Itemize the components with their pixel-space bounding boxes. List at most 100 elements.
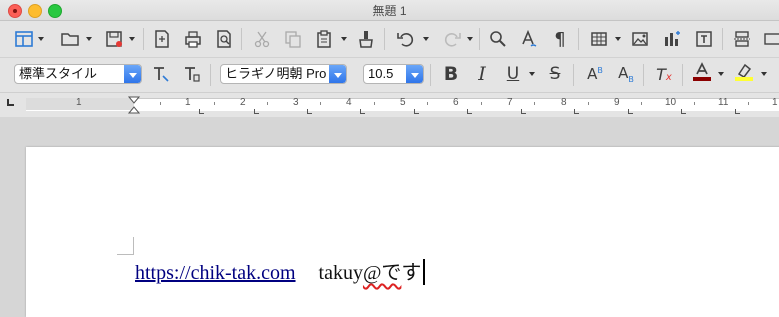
standard-toolbar: ¶ [0,21,779,58]
ruler-number: 2 [240,97,246,108]
strikethrough-icon[interactable]: S [543,62,567,86]
print-preview-icon[interactable] [212,27,236,51]
font-color-icon[interactable] [690,60,714,84]
tab-stop-marker[interactable] [360,109,365,114]
separator [241,28,242,50]
insert-field-icon[interactable] [760,27,779,51]
undo-dropdown-icon[interactable] [422,27,430,51]
paragraph-style-value: 標準スタイル [19,66,98,81]
tab-stop-marker[interactable] [199,109,204,114]
ruler-number: 10 [665,97,677,108]
redo-dropdown-icon[interactable] [466,27,474,51]
tab-stop-marker[interactable] [735,109,740,114]
tab-stop-marker[interactable] [681,109,686,114]
ruler-number: 8 [561,97,567,108]
paste-icon[interactable] [312,27,336,51]
insert-page-break-icon[interactable] [730,27,754,51]
formatting-marks-icon[interactable]: ¶ [548,27,572,51]
bold-icon[interactable]: B [439,62,463,86]
ruler-number: 5 [400,97,406,108]
window-title: 無題 1 [372,4,407,18]
spellcheck-underlined-text: @で [362,262,402,284]
separator [384,28,385,50]
text-cursor [423,259,426,285]
separator [578,28,579,50]
ruler-number: 6 [453,97,459,108]
open-dropdown-icon[interactable] [85,27,93,51]
find-replace-icon[interactable] [486,27,510,51]
copy-icon[interactable] [281,27,305,51]
undo-icon[interactable] [394,27,418,51]
chevron-down-icon [124,65,141,83]
ruler-number: 1 [185,97,191,108]
hyperlink[interactable]: https://chik-tak.com [135,262,296,284]
font-size-value: 10.5 [368,66,394,81]
print-icon[interactable] [181,27,205,51]
new-style-icon[interactable] [180,62,204,86]
separator [643,64,644,86]
body-text: takuy [318,262,363,284]
sidebar-dropdown-icon[interactable] [37,27,45,51]
highlight-dropdown-icon[interactable] [760,62,768,86]
tab-stop-marker[interactable] [574,109,579,114]
subscript-icon[interactable]: AB [614,62,638,86]
tab-stop-marker[interactable] [254,109,259,114]
insert-chart-icon[interactable] [660,27,684,51]
separator [573,64,574,86]
ruler-number: 1 [772,97,778,108]
insert-image-icon[interactable] [628,27,652,51]
horizontal-ruler[interactable]: 1 1 2 3 4 5 6 7 8 9 10 11 1 [0,92,779,118]
chevron-down-icon [406,65,423,83]
sidebar-icon[interactable] [12,27,36,51]
italic-icon[interactable]: I [470,62,494,86]
paragraph-style-select[interactable]: 標準スタイル [14,64,142,84]
save-icon[interactable] [102,27,126,51]
tab-type-icon[interactable] [7,99,14,106]
clear-formatting-icon[interactable]: Tx [652,62,676,86]
ruler-number: 7 [507,97,513,108]
formatting-toolbar: 標準スタイル ヒラギノ明朝 Pro 10.5 B I U S AB AB Tx [0,58,779,92]
ruler-number: 1 [76,97,82,108]
ruler-number: 9 [614,97,620,108]
tab-stop-marker[interactable] [521,109,526,114]
font-color-dropdown-icon[interactable] [717,62,725,86]
tab-stop-marker[interactable] [414,109,419,114]
insert-textbox-icon[interactable] [692,27,716,51]
tab-stop-marker[interactable] [467,109,472,114]
document-page[interactable] [26,147,779,317]
superscript-icon[interactable]: AB [583,62,607,86]
save-dropdown-icon[interactable] [128,27,136,51]
export-pdf-icon[interactable] [150,27,174,51]
clone-formatting-icon[interactable] [354,27,378,51]
insert-table-icon[interactable] [587,27,611,51]
body-text-end: す [401,262,422,284]
spellcheck-icon[interactable] [517,27,541,51]
separator [682,64,683,86]
open-folder-icon[interactable] [58,27,82,51]
document-text-line[interactable]: https://chik-tak.com takuy@です [135,256,426,285]
chevron-down-icon [329,65,346,83]
text-boundary-corner [117,237,134,255]
redo-icon[interactable] [440,27,464,51]
ruler-number: 4 [346,97,352,108]
highlight-color-icon[interactable] [732,60,756,84]
paste-dropdown-icon[interactable] [340,27,348,51]
underline-dropdown-icon[interactable] [528,62,536,86]
font-size-select[interactable]: 10.5 [363,64,424,84]
separator [722,28,723,50]
font-name-select[interactable]: ヒラギノ明朝 Pro [220,64,347,84]
separator [210,64,211,86]
indent-marker-icon[interactable] [128,96,140,114]
update-style-icon[interactable] [149,62,173,86]
tab-stop-marker[interactable] [307,109,312,114]
cut-icon[interactable] [250,27,274,51]
font-name-value: ヒラギノ明朝 Pro [225,66,327,81]
ruler-number: 11 [718,97,729,108]
title-bar: 無題 1 [0,0,779,21]
underline-icon[interactable]: U [501,62,525,86]
separator [430,64,431,86]
tab-stop-marker[interactable] [628,109,633,114]
ruler-number: 3 [293,97,299,108]
table-dropdown-icon[interactable] [614,27,622,51]
separator [479,28,480,50]
